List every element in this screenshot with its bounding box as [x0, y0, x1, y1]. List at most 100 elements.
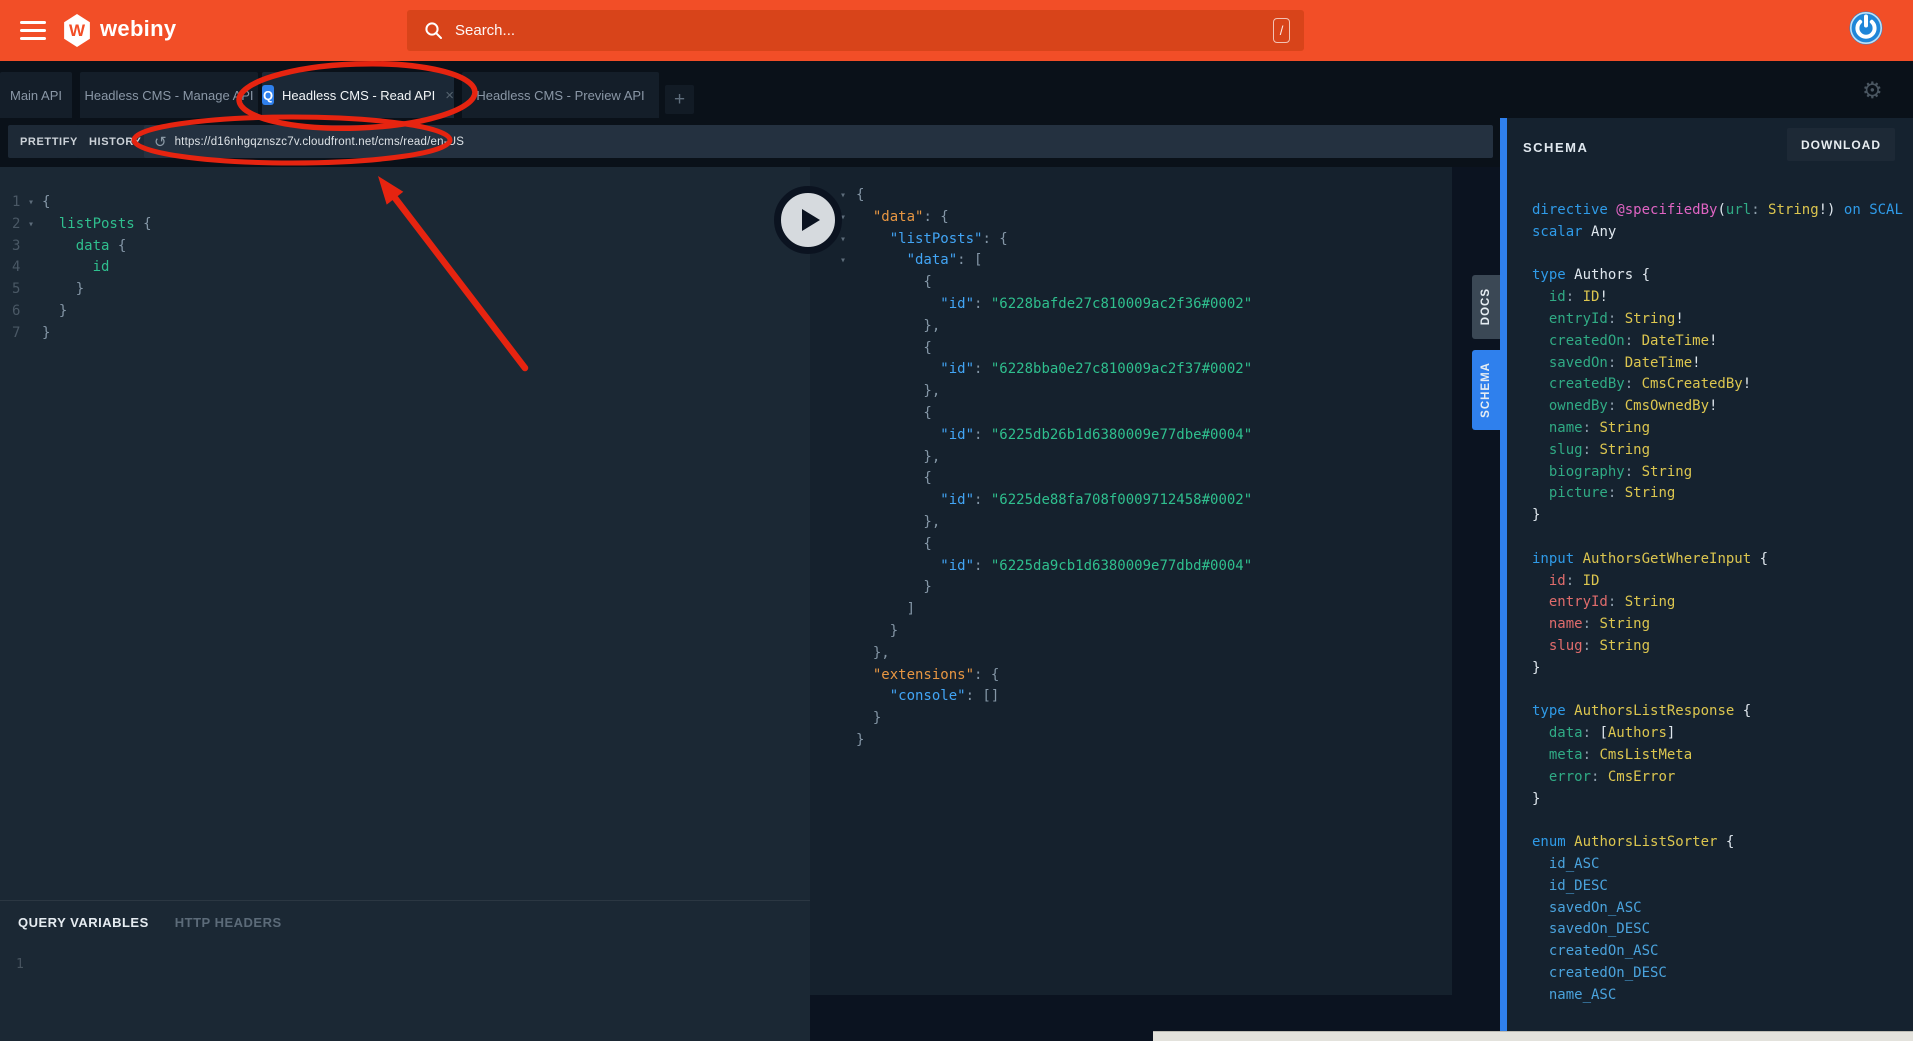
code-line: 1▾{: [12, 192, 810, 214]
code-line: {: [840, 272, 1452, 294]
search-bar[interactable]: /: [407, 10, 1304, 51]
tab-main-api[interactable]: Main API: [0, 72, 72, 118]
code-line: type AuthorsListResponse {: [1532, 701, 1913, 723]
fold-spacer: [840, 359, 856, 381]
code-line: {: [840, 403, 1452, 425]
gear-icon[interactable]: ⚙: [1862, 78, 1883, 104]
code-line: id: ID!: [1532, 287, 1913, 309]
schema-tab-vertical[interactable]: SCHEMA: [1472, 350, 1500, 430]
code-line: id_ASC: [1532, 854, 1913, 876]
code-line: enum AuthorsListSorter {: [1532, 832, 1913, 854]
tab-query-variables[interactable]: QUERY VARIABLES: [18, 915, 149, 930]
code-line: savedOn_ASC: [1532, 898, 1913, 920]
code-line: name_ASC: [1532, 985, 1913, 1007]
fold-spacer: [840, 534, 856, 556]
code-line: }: [1532, 789, 1913, 811]
code-line: createdOn_ASC: [1532, 941, 1913, 963]
code-line: createdBy: CmsCreatedBy!: [1532, 374, 1913, 396]
line-number: 5: [12, 279, 28, 301]
tab-headless-cms-read-api[interactable]: Q Headless CMS - Read API ×: [262, 72, 454, 118]
code-line: },: [840, 643, 1452, 665]
fold-spacer: [840, 643, 856, 665]
tab-label: Headless CMS - Manage API: [84, 88, 253, 103]
fold-spacer: [840, 447, 856, 469]
code-line: savedOn: DateTime!: [1532, 353, 1913, 375]
reload-arrow-icon: ↺: [154, 133, 167, 151]
code-line: directive @specifiedBy(url: String!) on …: [1532, 200, 1913, 222]
code-line: "id": "6225de88fa708f0009712458#0002": [840, 490, 1452, 512]
tab-label: Main API: [10, 88, 62, 103]
power-logo-icon[interactable]: [1849, 11, 1883, 45]
code-line: [1532, 680, 1913, 702]
fold-spacer: [840, 403, 856, 425]
search-icon: [424, 21, 443, 40]
fold-spacer: [840, 599, 856, 621]
fold-arrow-icon[interactable]: ▾: [840, 250, 856, 272]
code-line: }: [1532, 658, 1913, 680]
line-number: 7: [12, 323, 28, 345]
tab-headless-cms-manage-api[interactable]: Headless CMS - Manage API: [80, 72, 258, 118]
fold-spacer: [840, 556, 856, 578]
schema-panel-divider[interactable]: [1500, 118, 1507, 1041]
fold-spacer: [840, 665, 856, 687]
query-editor[interactable]: 1▾{2▾ listPosts {3 data {4 id5 }6 }7}: [0, 167, 810, 345]
tab-label: Headless CMS - Read API: [282, 88, 435, 103]
code-line: entryId: String!: [1532, 309, 1913, 331]
code-line: id_DESC: [1532, 876, 1913, 898]
fold-arrow-icon[interactable]: ▾: [28, 192, 42, 214]
fold-arrow-icon[interactable]: ▾: [840, 207, 856, 229]
code-line: 2▾ listPosts {: [12, 214, 810, 236]
tab-headless-cms-preview-api[interactable]: Headless CMS - Preview API: [462, 72, 659, 118]
schema-content[interactable]: directive @specifiedBy(url: String!) on …: [1507, 164, 1913, 1006]
history-button[interactable]: HISTORY: [77, 125, 154, 158]
fold-arrow-icon[interactable]: ▾: [840, 229, 856, 251]
code-line: 7}: [12, 323, 810, 345]
search-input[interactable]: [455, 22, 1304, 39]
code-line: type Authors {: [1532, 265, 1913, 287]
fold-spacer: [840, 272, 856, 294]
endpoint-url-bar[interactable]: ↺ https://d16nhgqznszc7v.cloudfront.net/…: [144, 125, 1493, 158]
code-line: biography: String: [1532, 462, 1913, 484]
docs-tab-vertical[interactable]: DOCS: [1472, 275, 1500, 339]
line-number: 2: [12, 214, 28, 236]
response-viewer[interactable]: ▾{▾ "data": {▾ "listPosts": {▾ "data": […: [810, 167, 1452, 752]
fold-arrow-icon[interactable]: ▾: [28, 214, 42, 236]
schema-title: SCHEMA: [1523, 140, 1588, 155]
play-icon: [802, 209, 820, 231]
fold-spacer: [840, 577, 856, 599]
graphql-playground-window: W webiny / Main API Headless CMS - Manag…: [0, 0, 1913, 1041]
fold-spacer: [28, 323, 42, 345]
webiny-wordmark[interactable]: webiny: [100, 16, 176, 42]
code-line: meta: CmsListMeta: [1532, 745, 1913, 767]
code-line: }: [1532, 505, 1913, 527]
close-tab-icon[interactable]: ×: [445, 87, 454, 104]
endpoint-url: https://d16nhgqznszc7v.cloudfront.net/cm…: [175, 136, 465, 148]
add-tab-button[interactable]: +: [665, 85, 694, 114]
horizontal-scrollbar[interactable]: [1153, 1031, 1913, 1041]
fold-spacer: [840, 294, 856, 316]
webiny-logo[interactable]: W: [63, 14, 91, 47]
execute-query-button[interactable]: [774, 186, 842, 254]
hamburger-menu-icon[interactable]: [20, 21, 46, 40]
fold-spacer: [28, 301, 42, 323]
code-line: },: [840, 316, 1452, 338]
code-line: ▾ "data": [: [840, 250, 1452, 272]
fold-spacer: [840, 490, 856, 512]
fold-spacer: [840, 512, 856, 534]
code-line: "id": "6225db26b1d6380009e77dbe#0004": [840, 425, 1452, 447]
app-header: W webiny /: [0, 0, 1913, 61]
response-pane: ▾{▾ "data": {▾ "listPosts": {▾ "data": […: [810, 167, 1452, 995]
code-line: }: [840, 708, 1452, 730]
code-line: savedOn_DESC: [1532, 919, 1913, 941]
line-number: 3: [12, 236, 28, 258]
download-button[interactable]: DOWNLOAD: [1787, 128, 1895, 161]
code-line: input AuthorsGetWhereInput {: [1532, 549, 1913, 571]
fold-spacer: [28, 236, 42, 258]
fold-arrow-icon[interactable]: ▾: [840, 185, 856, 207]
logo-letter: W: [69, 21, 85, 41]
tab-label: Headless CMS - Preview API: [476, 88, 644, 103]
fold-spacer: [840, 425, 856, 447]
code-line: ownedBy: CmsOwnedBy!: [1532, 396, 1913, 418]
tab-http-headers[interactable]: HTTP HEADERS: [175, 915, 282, 930]
line-number: 1: [12, 192, 28, 214]
